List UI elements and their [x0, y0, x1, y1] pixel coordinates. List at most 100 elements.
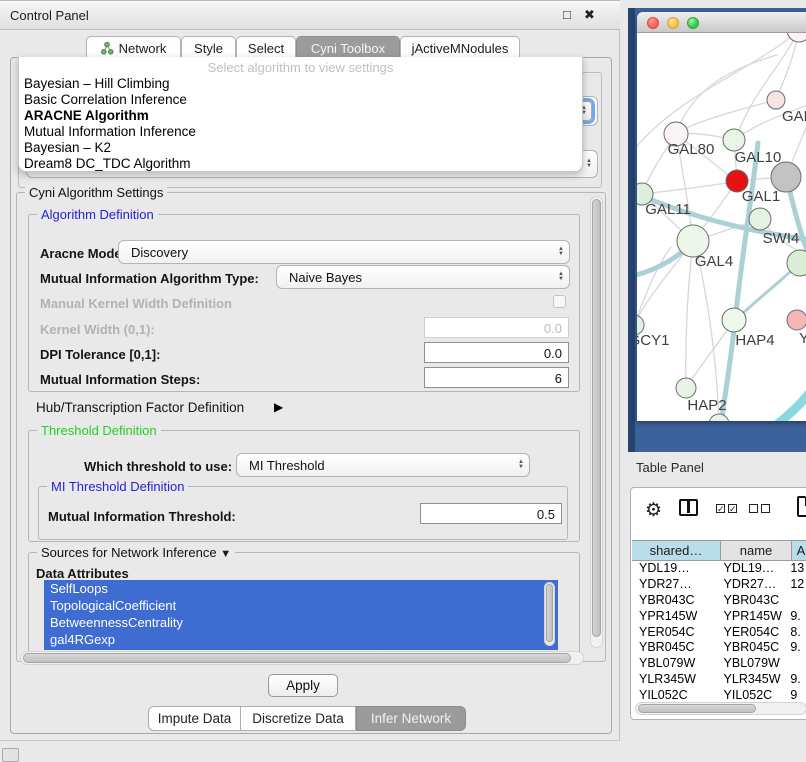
mi-threshold-label: Mutual Information Threshold: [48, 509, 236, 524]
unchecked-checkbox-icon[interactable] [761, 504, 770, 513]
network-edge[interactable] [637, 247, 671, 325]
network-edge[interactable] [642, 181, 737, 194]
algorithm-option[interactable]: Mutual Information Inference [19, 124, 582, 140]
column-header-partial[interactable]: A [792, 540, 806, 561]
sources-title-text: Sources for Network Inference [41, 545, 217, 560]
network-edge[interactable] [769, 385, 806, 421]
data-attributes-list[interactable]: SelfLoops TopologicalCoefficient Between… [44, 580, 558, 650]
network-window[interactable]: GALGAL80GAL10GAL1GAL11SWI4GAL4GCY1HAP4YH… [637, 12, 806, 421]
cell-shared-name: YDL19… [632, 561, 720, 577]
algorithm-option[interactable]: Bayesian – K2 [19, 140, 582, 156]
attribute-item-selected[interactable]: gal4RGexp [44, 631, 558, 648]
algorithm-option[interactable]: Basic Correlation Inference [19, 92, 582, 108]
dpi-tolerance-field[interactable]: 0.0 [424, 342, 569, 363]
checked-checkbox-icon[interactable]: ✓ [716, 504, 725, 513]
network-node[interactable] [709, 414, 729, 421]
table-row[interactable]: YER054C YER054C 8. [632, 625, 806, 641]
mi-type-label: Mutual Information Algorithm Type: [40, 271, 259, 286]
tab-network[interactable]: Network [86, 36, 181, 59]
table-horizontal-scrollbar[interactable] [635, 702, 806, 715]
table-row[interactable]: YDL19… YDL19… 13 [632, 561, 806, 577]
manual-kernel-checkbox[interactable] [553, 295, 566, 308]
control-panel-title: Control Panel [10, 8, 89, 23]
attribute-item-selected[interactable]: BetweennessCentrality [44, 614, 558, 631]
close-panel-icon[interactable]: ✖ [584, 7, 595, 23]
network-node[interactable] [787, 310, 806, 330]
network-node[interactable] [787, 33, 806, 42]
aracne-mode-combobox[interactable]: Discovery ▲▼ [118, 240, 570, 264]
network-node[interactable] [767, 91, 785, 109]
combobox-stepper-icon: ▲▼ [513, 454, 529, 476]
combobox-stepper-icon: ▲▼ [553, 241, 569, 263]
network-node[interactable] [723, 129, 745, 151]
which-threshold-label: Which threshold to use: [84, 459, 232, 474]
sources-expanded-arrow-icon[interactable]: ▼ [220, 548, 231, 560]
tab-cyni-toolbox[interactable]: Cyni Toolbox [296, 36, 400, 59]
network-node[interactable] [676, 378, 696, 398]
mi-threshold-field[interactable]: 0.5 [420, 503, 562, 524]
network-node[interactable] [722, 308, 746, 332]
settings-horizontal-scrollbar-thumb[interactable] [23, 653, 571, 663]
float-panel-icon[interactable]: □ [563, 7, 571, 22]
network-edge[interactable] [686, 241, 693, 388]
network-window-titlebar[interactable] [637, 12, 806, 33]
node-label: GCY1 [637, 332, 669, 349]
minimize-window-icon[interactable] [667, 17, 679, 29]
table-panel: ⚙ ✓ ✓ shared… name A YDL19… YDL19… 13 YD… [630, 487, 806, 720]
apply-button[interactable]: Apply [268, 674, 338, 697]
unchecked-checkbox-icon[interactable] [749, 504, 758, 513]
node-label: SWI4 [763, 230, 800, 247]
network-edge[interactable] [776, 33, 799, 100]
algorithm-option-selected[interactable]: ARACNE Algorithm [19, 108, 582, 124]
table-row[interactable]: YIL052C YIL052C 9 [632, 688, 806, 699]
table-row[interactable]: YBR043C YBR043C [632, 593, 806, 609]
split-columns-icon[interactable] [679, 499, 698, 516]
network-edge[interactable] [676, 55, 777, 134]
table-row[interactable]: YPR145W YPR145W 9. [632, 609, 806, 625]
combobox-stepper-icon: ▲▼ [581, 151, 597, 177]
column-header-shared[interactable]: shared… [632, 540, 721, 561]
algorithm-definition-title: Algorithm Definition [37, 207, 158, 222]
settings-vertical-scrollbar-thumb[interactable] [592, 199, 601, 637]
tab-select[interactable]: Select [236, 36, 296, 59]
algorithm-option[interactable]: Bayesian – Hill Climbing [19, 76, 582, 92]
table-row[interactable]: YBR045C YBR045C 9. [632, 640, 806, 656]
hub-collapsed-arrow-icon[interactable]: ▶ [274, 400, 283, 414]
table-panel-title: Table Panel [636, 460, 704, 475]
attribute-item-selected[interactable]: TopologicalCoefficient [44, 597, 558, 614]
attribute-list-scrollbar[interactable] [544, 582, 555, 646]
table-row[interactable]: YLR345W YLR345W 9. [632, 672, 806, 688]
attribute-item-selected[interactable]: SelfLoops [44, 580, 558, 597]
table-row[interactable]: YDR27… YDR27… 12 [632, 577, 806, 593]
settings-group-title: Cyni Algorithm Settings [25, 185, 167, 200]
bottom-tab-infer-network[interactable]: Infer Network [356, 706, 466, 731]
mi-type-combobox[interactable]: Naive Bayes ▲▼ [276, 265, 570, 289]
maximize-window-icon[interactable] [687, 17, 699, 29]
table-row[interactable]: YBL079W YBL079W [632, 656, 806, 672]
file-icon[interactable] [797, 496, 806, 517]
bottom-tab-impute-data[interactable]: Impute Data [148, 706, 241, 731]
settings-horizontal-scrollbar[interactable] [20, 651, 584, 665]
docked-panel-chip[interactable] [2, 748, 19, 762]
hub-definition-label[interactable]: Hub/Transcription Factor Definition [36, 400, 244, 415]
aracne-mode-value: Discovery [119, 245, 553, 260]
checked-checkbox-icon[interactable]: ✓ [728, 504, 737, 513]
infer-network-label: Infer Network [371, 711, 451, 726]
kernel-width-field[interactable]: 0.0 [424, 317, 569, 338]
gear-icon[interactable]: ⚙ [645, 499, 662, 522]
bottom-tab-discretize-data[interactable]: Discretize Data [241, 706, 356, 731]
close-window-icon[interactable] [647, 17, 659, 29]
network-canvas[interactable]: GALGAL80GAL10GAL1GAL11SWI4GAL4GCY1HAP4YH… [637, 33, 806, 421]
node-label: GAL [782, 108, 806, 125]
column-header-name[interactable]: name [721, 540, 792, 561]
network-node[interactable] [749, 208, 771, 230]
attribute-list-scrollbar-thumb[interactable] [546, 584, 553, 642]
which-threshold-combobox[interactable]: MI Threshold ▲▼ [236, 453, 530, 477]
tab-style[interactable]: Style [181, 36, 236, 59]
settings-vertical-scrollbar[interactable] [590, 196, 603, 648]
cell-name: YDR27… [720, 577, 791, 593]
algorithm-option[interactable]: Dream8 DC_TDC Algorithm [19, 156, 582, 172]
tab-jactivemnodules[interactable]: jActiveMNodules [400, 36, 520, 59]
table-horizontal-scrollbar-thumb[interactable] [638, 704, 756, 713]
mi-steps-field[interactable]: 6 [424, 367, 569, 388]
